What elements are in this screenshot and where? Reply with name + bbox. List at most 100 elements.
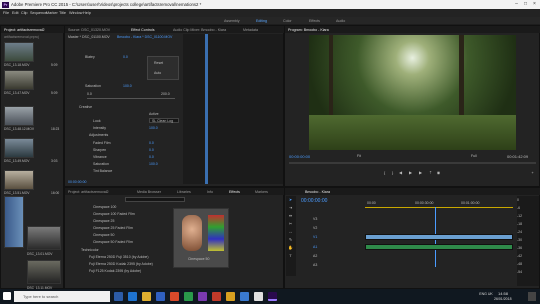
timeline-tab[interactable]: Bmoobo - Kiara xyxy=(305,190,330,194)
add-button-icon[interactable]: + xyxy=(529,170,536,176)
premiere-taskbar-icon[interactable] xyxy=(268,292,277,301)
selection-tool-icon[interactable]: ➤ xyxy=(287,197,294,203)
clock-date[interactable]: 26/01/2018 xyxy=(494,297,512,301)
look-dropdown[interactable]: SL Clean Log xyxy=(149,118,179,123)
effect-item[interactable]: Fuji F125 Kodak 2395 (by Adobe) xyxy=(89,269,141,273)
edge-icon[interactable] xyxy=(128,292,137,301)
quality-dropdown[interactable]: Full xyxy=(471,154,477,158)
section-creative[interactable]: Creative xyxy=(79,105,92,109)
start-icon[interactable] xyxy=(3,292,11,300)
playhead[interactable] xyxy=(205,34,208,184)
app-icon[interactable] xyxy=(198,292,207,301)
effect-folder[interactable]: Technicolor xyxy=(81,248,99,252)
video-clip[interactable] xyxy=(365,234,513,240)
effect-item[interactable]: Fuji Eterna 250D Kodak 2395 (by Adobe) xyxy=(89,262,153,266)
mark-out-icon[interactable]: } xyxy=(389,170,396,176)
scrub-bar[interactable] xyxy=(289,162,536,164)
workspace-assembly[interactable]: Assembly xyxy=(224,19,240,23)
export-frame-icon[interactable]: ◉ xyxy=(435,170,442,176)
workspace-effects[interactable]: Effects xyxy=(309,19,320,23)
track-label-a1[interactable]: A1 xyxy=(313,245,317,249)
section-adjustments[interactable]: Adjustments xyxy=(89,133,108,137)
saturation-slider[interactable] xyxy=(87,98,175,99)
file-explorer-icon[interactable] xyxy=(142,292,151,301)
menu-window[interactable]: Window xyxy=(69,11,83,15)
clip-thumbnail[interactable] xyxy=(4,138,34,158)
tab-project2[interactable]: Project: artifactsremoval2 xyxy=(68,190,109,194)
clip-thumbnail[interactable] xyxy=(4,170,34,190)
task-view-icon[interactable] xyxy=(114,292,123,301)
tab-effects[interactable]: Effects xyxy=(229,190,240,194)
clip-thumbnail[interactable] xyxy=(4,42,34,62)
mark-in-icon[interactable]: { xyxy=(381,170,388,176)
master-clip-label[interactable]: Master * DSC_01100.MOV xyxy=(68,35,110,39)
effect-item[interactable]: Cinespace 25 Faded Film xyxy=(93,226,133,230)
language-indicator[interactable]: ENG UK xyxy=(478,292,494,296)
param-value[interactable]: 0.0 xyxy=(149,155,154,159)
slip-icon[interactable]: ↔ xyxy=(287,229,294,235)
track-select-icon[interactable]: ⇥ xyxy=(287,205,294,211)
minimize-icon[interactable]: – xyxy=(512,1,521,8)
tab-audio-clip-mixer[interactable]: Audio Clip Mixer: Bmoobo - Kiara xyxy=(173,28,226,32)
taskbar-search-input[interactable]: Type here to search xyxy=(14,291,110,302)
app-icon[interactable] xyxy=(254,292,263,301)
clip-thumbnail[interactable] xyxy=(4,196,24,248)
workspace-editing[interactable]: Editing xyxy=(256,19,267,23)
clip-thumbnail[interactable] xyxy=(4,70,34,90)
param-value[interactable]: 100.0 xyxy=(149,126,158,130)
work-area-bar[interactable] xyxy=(365,207,513,208)
track-label-v1[interactable]: V1 xyxy=(313,235,317,239)
notifications-icon[interactable] xyxy=(528,292,536,301)
tab-project[interactable]: Project: artifactsremoval2 xyxy=(4,28,45,32)
timeline-timecode[interactable]: 00:00:00:00 xyxy=(301,198,327,204)
fit-dropdown[interactable]: Fit xyxy=(357,154,361,158)
step-forward-icon[interactable]: ▶ xyxy=(417,170,424,176)
effect-item[interactable]: Cinespace 25 xyxy=(93,219,114,223)
effect-item[interactable]: Cinespace 50 xyxy=(93,233,114,237)
effect-controls-timecode[interactable]: 00:00:00:00 xyxy=(68,180,87,184)
ripple-edit-icon[interactable]: ⇹ xyxy=(287,213,294,219)
hand-icon[interactable]: ✋ xyxy=(287,245,294,251)
clip-thumbnail[interactable] xyxy=(27,226,61,250)
menu-title[interactable]: Title xyxy=(59,11,66,15)
menu-clip[interactable]: Clip xyxy=(21,11,28,15)
track-label-v2[interactable]: V2 xyxy=(313,226,317,230)
tab-info[interactable]: Info xyxy=(207,190,213,194)
menu-file[interactable]: File xyxy=(3,11,9,15)
app-icon[interactable] xyxy=(226,292,235,301)
pen-icon[interactable]: ✎ xyxy=(287,237,294,243)
param-value[interactable]: 0.0 xyxy=(149,141,154,145)
effect-item[interactable]: Cinespace 100 Faded Film xyxy=(93,212,135,216)
track-label-v3[interactable]: V3 xyxy=(313,217,317,221)
menu-edit[interactable]: Edit xyxy=(12,11,19,15)
workspace-audio[interactable]: Audio xyxy=(336,19,345,23)
param-value[interactable]: 100.0 xyxy=(149,162,158,166)
clip-thumbnail[interactable] xyxy=(4,106,34,126)
menu-item-auto[interactable]: Auto xyxy=(154,71,161,75)
program-title[interactable]: Program: Bmoobo - Kiara xyxy=(288,28,329,32)
play-icon[interactable]: ▶ xyxy=(407,170,414,176)
tab-effect-controls[interactable]: Effect Controls xyxy=(131,28,155,32)
workspace-color[interactable]: Color xyxy=(283,19,292,23)
effects-search-input[interactable] xyxy=(125,197,185,202)
app-icon[interactable] xyxy=(184,292,193,301)
menu-help[interactable]: Help xyxy=(83,11,91,15)
store-icon[interactable] xyxy=(156,292,165,301)
maximize-icon[interactable]: □ xyxy=(521,1,530,8)
track-label-a2[interactable]: A2 xyxy=(313,254,317,258)
param-value[interactable]: 0.0 xyxy=(149,148,154,152)
app-icon[interactable] xyxy=(240,292,249,301)
type-tool-icon[interactable]: T xyxy=(287,253,294,259)
tab-source[interactable]: Source: DSC_01320.MOV xyxy=(68,28,110,32)
menu-marker[interactable]: Marker xyxy=(46,11,58,15)
chrome-icon[interactable] xyxy=(170,292,179,301)
effect-item[interactable]: Cinespace 50 Faded Film xyxy=(93,240,133,244)
effect-item[interactable]: Fuji Eterna 250D Fuji 3510 (by Adobe) xyxy=(89,255,149,259)
param-value[interactable]: 100.0 xyxy=(123,84,132,88)
sequence-clip-label[interactable]: Bmoobo - Kiara * DSC_01100.MOV xyxy=(117,35,172,39)
clip-thumbnail[interactable] xyxy=(27,260,61,284)
app-icon[interactable] xyxy=(212,292,221,301)
tab-metadata[interactable]: Metadata xyxy=(243,28,258,32)
param-value[interactable]: 0.0 xyxy=(123,55,128,59)
close-icon[interactable]: × xyxy=(530,1,539,8)
